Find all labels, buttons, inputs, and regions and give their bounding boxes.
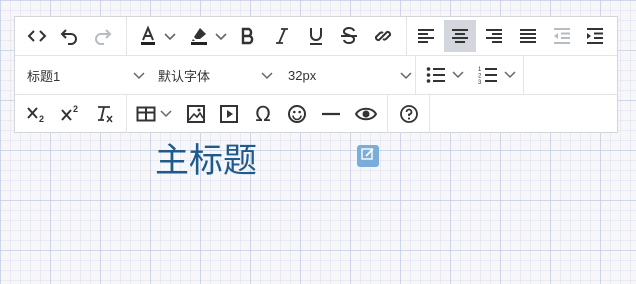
edit-icon [361, 147, 375, 166]
code-view-button[interactable] [21, 20, 53, 52]
heading-select-value: 标题1 [27, 68, 61, 84]
indent-icon [586, 27, 604, 45]
emoji-button[interactable] [281, 98, 313, 130]
font-family-select-value: 默认字体 [158, 68, 211, 84]
font-size-select-value: 32px [288, 67, 317, 83]
toolbar-row-1 [15, 17, 617, 56]
chevron-down-icon [215, 31, 227, 41]
clear-format-icon [95, 104, 115, 124]
numbered-list-button[interactable]: 123 [473, 59, 521, 91]
align-right-icon [485, 27, 503, 45]
undo-button[interactable] [53, 20, 85, 52]
superscript-icon: 2 [60, 104, 82, 124]
highlight-color-icon [189, 25, 211, 47]
align-justify-button[interactable] [513, 20, 543, 52]
align-justify-icon [519, 27, 537, 45]
chevron-down-icon [160, 109, 172, 119]
clear-format-button[interactable] [89, 98, 121, 130]
outdent-icon [553, 27, 571, 45]
highlight-color-button[interactable] [185, 20, 231, 52]
svg-text:2: 2 [478, 74, 482, 80]
special-char-button[interactable]: Ω [247, 98, 279, 130]
insert-image-button[interactable] [180, 98, 212, 130]
preview-button[interactable] [350, 98, 382, 130]
chevron-down-icon [400, 69, 412, 84]
heading-select[interactable]: 标题1 [27, 56, 145, 94]
italic-button[interactable] [267, 20, 297, 52]
horizontal-rule-icon [321, 104, 341, 124]
help-button[interactable] [393, 98, 425, 130]
subscript-icon: 2 [26, 104, 48, 124]
main-heading[interactable]: 主标题 [155, 141, 257, 181]
font-color-button[interactable] [135, 20, 179, 52]
redo-icon [93, 26, 113, 46]
bulleted-list-icon [426, 66, 446, 84]
strikethrough-icon [339, 26, 359, 46]
video-icon [219, 104, 239, 124]
align-center-button[interactable] [444, 20, 476, 52]
image-icon [186, 104, 206, 124]
chevron-down-icon [504, 70, 516, 80]
numbered-list-icon: 123 [478, 65, 498, 85]
bulleted-list-button[interactable] [423, 59, 467, 91]
subscript-button[interactable]: 2 [21, 98, 53, 130]
font-family-select[interactable]: 默认字体 [158, 56, 273, 94]
chevron-down-icon [452, 70, 464, 80]
undo-icon [59, 26, 79, 46]
italic-icon [273, 26, 291, 46]
indent-button[interactable] [580, 20, 610, 52]
chevron-down-icon [133, 69, 145, 84]
svg-text:2: 2 [39, 114, 44, 124]
align-right-button[interactable] [479, 20, 509, 52]
chevron-down-icon [261, 69, 273, 84]
align-left-button[interactable] [411, 20, 441, 52]
horizontal-rule-button[interactable] [315, 98, 347, 130]
align-center-icon [451, 27, 469, 45]
special-char-icon: Ω [255, 102, 271, 126]
help-icon [399, 104, 419, 124]
chevron-down-icon [164, 31, 176, 41]
bold-icon [239, 26, 257, 46]
insert-video-button[interactable] [213, 98, 245, 130]
underline-icon [307, 26, 325, 46]
table-button[interactable] [133, 98, 175, 130]
strikethrough-button[interactable] [334, 20, 364, 52]
table-icon [136, 105, 156, 123]
outdent-button[interactable] [547, 20, 577, 52]
font-color-icon [138, 25, 160, 47]
editor-toolbar: 标题1 默认字体 32px 1 2 3 2 2 Ω [14, 16, 618, 133]
link-button[interactable] [368, 20, 398, 52]
code-view-icon [27, 26, 47, 46]
svg-text:3: 3 [478, 80, 482, 85]
toolbar-row-3: 2 2 Ω [15, 95, 617, 133]
svg-text:2: 2 [73, 104, 78, 114]
preview-icon [355, 104, 377, 124]
align-left-icon [417, 27, 435, 45]
emoji-icon [287, 104, 307, 124]
bold-button[interactable] [233, 20, 263, 52]
redo-button[interactable] [87, 20, 119, 52]
superscript-button[interactable]: 2 [55, 98, 87, 130]
link-icon [373, 26, 393, 46]
underline-button[interactable] [301, 20, 331, 52]
font-size-select[interactable]: 32px [288, 56, 412, 94]
toolbar-row-2: 标题1 默认字体 32px 1 2 3 [15, 56, 617, 95]
svg-text:1: 1 [478, 67, 482, 73]
edit-button[interactable] [357, 145, 379, 167]
